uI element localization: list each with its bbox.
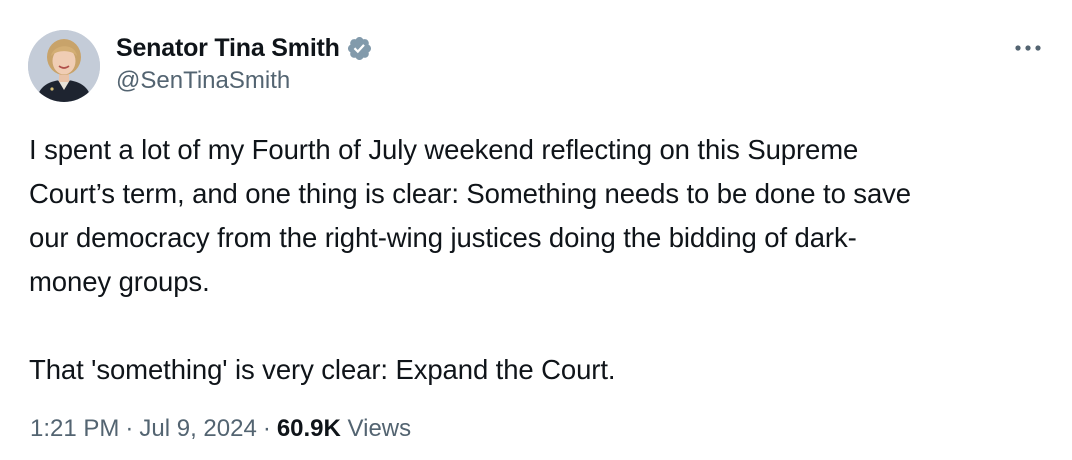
more-options-button[interactable] xyxy=(1010,34,1046,62)
avatar[interactable] xyxy=(28,30,100,102)
more-horizontal-icon xyxy=(1015,45,1041,51)
author-block: Senator Tina Smith @SenTinaSmith xyxy=(116,32,373,95)
tweet-card: Senator Tina Smith @SenTinaSmith I spent… xyxy=(0,0,1072,460)
tweet-date: Jul 9, 2024 xyxy=(139,415,257,442)
avatar-photo xyxy=(28,30,100,102)
views-count[interactable]: 60.9K xyxy=(277,415,341,442)
tweet-timestamp[interactable]: 1:21 PM · Jul 9, 2024 xyxy=(30,415,257,442)
meta-separator: · xyxy=(262,415,271,442)
tweet-text: I spent a lot of my Fourth of July weeke… xyxy=(29,134,911,385)
author-name-row: Senator Tina Smith xyxy=(116,32,373,64)
views-label: Views xyxy=(347,415,412,442)
author-handle[interactable]: @SenTinaSmith xyxy=(116,67,373,95)
verified-badge-icon[interactable] xyxy=(346,35,373,62)
tweet-meta: 1:21 PM · Jul 9, 2024 · 60.9K Views xyxy=(30,415,411,443)
tweet-time: 1:21 PM xyxy=(30,415,120,442)
author-display-name[interactable]: Senator Tina Smith xyxy=(116,34,340,63)
meta-separator: · xyxy=(125,415,134,442)
